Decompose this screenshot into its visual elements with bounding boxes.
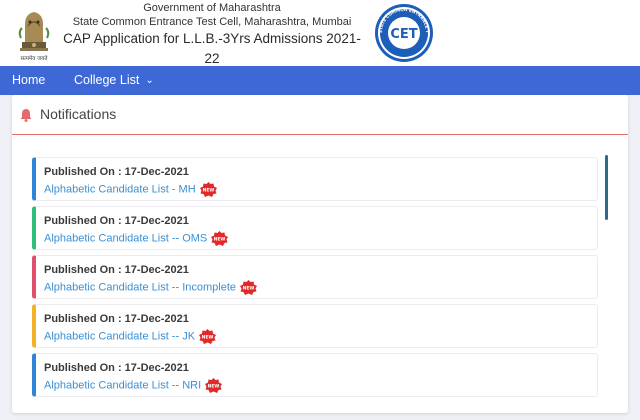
notifications-card-header: Notifications [12,95,628,135]
notification-item: Published On : 17-Dec-2021 Alphabetic Ca… [32,255,598,299]
notifications-list[interactable]: Published On : 17-Dec-2021 Alphabetic Ca… [30,155,600,413]
notification-link[interactable]: Alphabetic Candidate List -- NRI NEW [44,378,223,393]
page-title: CAP Application for L.L.B.-3Yrs Admissio… [63,31,361,66]
notification-item: Published On : 17-Dec-2021 Alphabetic Ca… [32,304,598,348]
nav-home-link[interactable]: Home [12,66,45,95]
site-header: सत्यमेव जयते Government of Maharashtra S… [0,0,640,66]
cet-cell-logo-icon: STATE COMMON ENTRANCE TEST CELL · MAHARA… [372,2,433,62]
notification-item: Published On : 17-Dec-2021 Alphabetic Ca… [32,353,598,397]
svg-text:NEW: NEW [243,286,255,292]
notifications-title: Notifications [40,106,117,122]
notifications-card: Notifications Published On : 17-Dec-2021… [12,95,628,413]
published-date: Published On : 17-Dec-2021 [44,166,189,178]
published-date: Published On : 17-Dec-2021 [44,264,189,276]
cet-cell-line: State Common Entrance Test Cell, Maharas… [72,16,352,28]
notification-link-text: Alphabetic Candidate List -- JK [44,330,196,343]
svg-text:NEW: NEW [202,188,214,194]
nav-college-list-dropdown[interactable]: College List ⌄ [74,66,154,95]
bell-icon [20,109,32,122]
notification-link-text: Alphabetic Candidate List -- OMS [44,232,208,245]
published-date: Published On : 17-Dec-2021 [44,215,189,227]
nav-college-list-label: College List [74,73,140,87]
government-line: Government of Maharashtra [143,2,281,14]
notification-item: Published On : 17-Dec-2021 Alphabetic Ca… [32,157,598,201]
new-badge-icon: NEW [240,280,257,295]
notification-link[interactable]: Alphabetic Candidate List -- Incomplete N… [44,280,257,295]
new-badge-icon: NEW [199,329,217,344]
svg-text:NEW: NEW [202,335,214,341]
cet-logo-text: CET [390,27,417,42]
notification-link[interactable]: Alphabetic Candidate List - MH NEW [44,182,217,197]
new-badge-icon: NEW [211,231,229,246]
emblem-motto: सत्यमेव जयते [20,55,48,62]
published-date: Published On : 17-Dec-2021 [44,362,189,374]
new-badge-icon: NEW [199,182,217,197]
notification-link-text: Alphabetic Candidate List -- Incomplete [44,281,236,294]
published-date: Published On : 17-Dec-2021 [44,313,189,325]
notification-link[interactable]: Alphabetic Candidate List -- JK NEW [44,329,217,344]
notification-link[interactable]: Alphabetic Candidate List -- OMS NEW [44,231,229,246]
new-badge-icon: NEW [205,378,223,393]
chevron-down-icon: ⌄ [145,75,154,86]
svg-text:NEW: NEW [208,384,220,390]
national-emblem-icon: सत्यमेव जयते [18,12,50,62]
notifications-scrollbar-thumb[interactable] [605,155,608,220]
header-text-block: Government of Maharashtra State Common E… [56,2,368,69]
svg-text:NEW: NEW [214,237,226,243]
notification-link-text: Alphabetic Candidate List - MH [44,183,196,196]
main-navbar: Home College List ⌄ [0,66,640,95]
notification-link-text: Alphabetic Candidate List -- NRI [44,379,202,392]
notification-item: Published On : 17-Dec-2021 Alphabetic Ca… [32,206,598,250]
